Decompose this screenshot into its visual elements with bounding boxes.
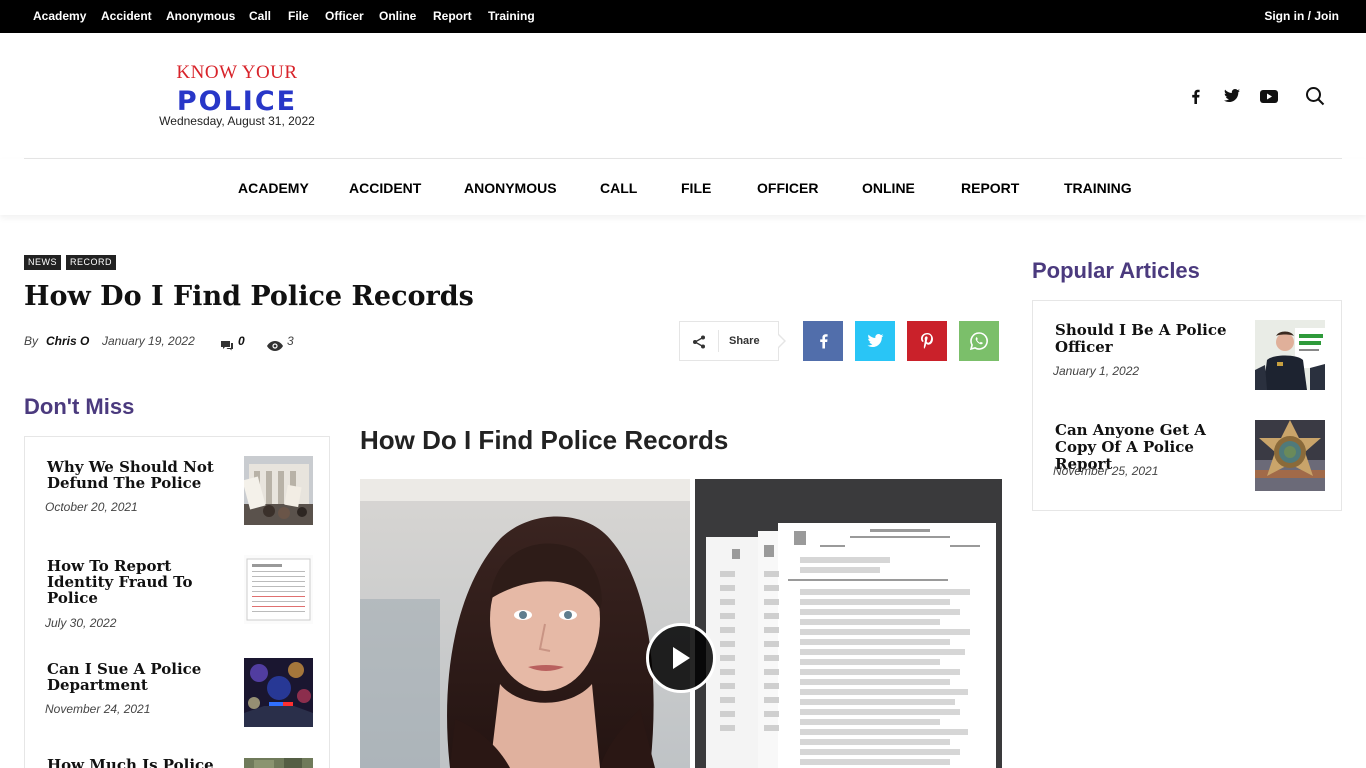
dont-miss-item-title[interactable]: How To Report Identity Fraud To Police: [47, 558, 227, 606]
topbar-link-anonymous[interactable]: Anonymous: [166, 9, 235, 23]
topbar-link-file[interactable]: File: [288, 9, 309, 23]
whatsapp-icon: [970, 332, 988, 350]
video-title: How Do I Find Police Records: [360, 425, 729, 455]
nav-item-accident[interactable]: ACCIDENT: [349, 180, 421, 196]
youtube-icon[interactable]: [1259, 86, 1279, 106]
dont-miss-item-date: November 24, 2021: [45, 702, 151, 716]
tag-record[interactable]: RECORD: [66, 255, 117, 270]
dont-miss-item-title[interactable]: Can I Sue A Police Department: [47, 661, 227, 693]
nav-item-call[interactable]: CALL: [600, 180, 637, 196]
nav-item-report[interactable]: REPORT: [961, 180, 1019, 196]
dont-miss-item-title[interactable]: How Much Is Police: [47, 757, 227, 768]
share-label: Share: [729, 335, 760, 347]
topbar-link-report[interactable]: Report: [433, 9, 472, 23]
meta-date: January 19, 2022: [102, 334, 195, 348]
nav-item-file[interactable]: FILE: [681, 180, 711, 196]
meta-by: By: [24, 334, 39, 348]
topbar-link-officer[interactable]: Officer: [325, 9, 364, 23]
topbar-link-accident[interactable]: Accident: [101, 9, 152, 23]
logo-bottom-text: POLICE: [176, 86, 298, 117]
header-date: Wednesday, August 31, 2022: [159, 114, 315, 128]
views-count: 3: [287, 334, 294, 348]
sign-in-join-link[interactable]: Sign in / Join: [1264, 9, 1339, 23]
nav-item-officer[interactable]: OFFICER: [757, 180, 818, 196]
facebook-icon[interactable]: [1185, 86, 1205, 106]
topbar-link-online[interactable]: Online: [379, 9, 416, 23]
dont-miss-item-thumbnail[interactable]: [244, 757, 313, 768]
fraud-report-form-thumbnail[interactable]: [244, 555, 313, 624]
dont-miss-item-date: July 30, 2022: [45, 616, 117, 630]
pinterest-icon: [921, 333, 933, 349]
nav-item-online[interactable]: ONLINE: [862, 180, 915, 196]
nav-item-anonymous[interactable]: ANONYMOUS: [464, 180, 557, 196]
main-nav: ACADEMY ACCIDENT ANONYMOUS CALL FILE OFF…: [0, 159, 1366, 215]
twitter-share-button[interactable]: [855, 321, 895, 361]
twitter-icon[interactable]: [1222, 86, 1242, 106]
popular-articles-box: Should I Be A Police Officer January 1, …: [1032, 300, 1342, 511]
search-icon[interactable]: [1305, 86, 1325, 106]
dont-miss-item-title[interactable]: Why We Should Not Defund The Police: [47, 459, 227, 491]
facebook-share-button[interactable]: [803, 321, 843, 361]
twitter-icon: [867, 334, 883, 347]
views-eye-icon: [267, 336, 283, 355]
popular-item-title[interactable]: Should I Be A Police Officer: [1055, 322, 1245, 356]
nav-item-academy[interactable]: ACADEMY: [238, 180, 309, 196]
comment-count[interactable]: 0: [238, 334, 245, 348]
popular-articles-heading: Popular Articles: [1032, 258, 1200, 283]
comment-icon: [221, 336, 233, 355]
police-badge-thumbnail[interactable]: [1255, 420, 1325, 491]
play-icon: [673, 647, 690, 669]
dont-miss-item-date: October 20, 2021: [45, 500, 138, 514]
protest-thumbnail[interactable]: [244, 456, 313, 525]
dont-miss-box: Why We Should Not Defund The Police Octo…: [24, 436, 330, 768]
topbar-link-call[interactable]: Call: [249, 9, 271, 23]
play-button[interactable]: [646, 623, 716, 693]
top-bar: Academy Accident Anonymous Call File Off…: [0, 0, 1366, 33]
police-lights-thumbnail[interactable]: [244, 658, 313, 727]
dont-miss-heading: Don't Miss: [24, 394, 135, 419]
pinterest-share-button[interactable]: [907, 321, 947, 361]
popular-item-date: January 1, 2022: [1053, 364, 1140, 378]
topbar-link-academy[interactable]: Academy: [33, 9, 86, 23]
share-icon: [692, 334, 706, 353]
tag-news[interactable]: NEWS: [24, 255, 61, 270]
topbar-link-training[interactable]: Training: [488, 9, 535, 23]
nav-item-training[interactable]: TRAINING: [1064, 180, 1132, 196]
popular-item-date: November 25, 2021: [1053, 464, 1159, 478]
video-player[interactable]: [360, 479, 1002, 768]
logo-top-text: KNOW YOUR: [176, 62, 298, 83]
whatsapp-share-button[interactable]: [959, 321, 999, 361]
police-officer-thumbnail[interactable]: [1255, 320, 1325, 390]
meta-author[interactable]: Chris O: [46, 334, 89, 348]
article-title: How Do I Find Police Records: [24, 281, 474, 312]
facebook-icon: [819, 334, 828, 349]
